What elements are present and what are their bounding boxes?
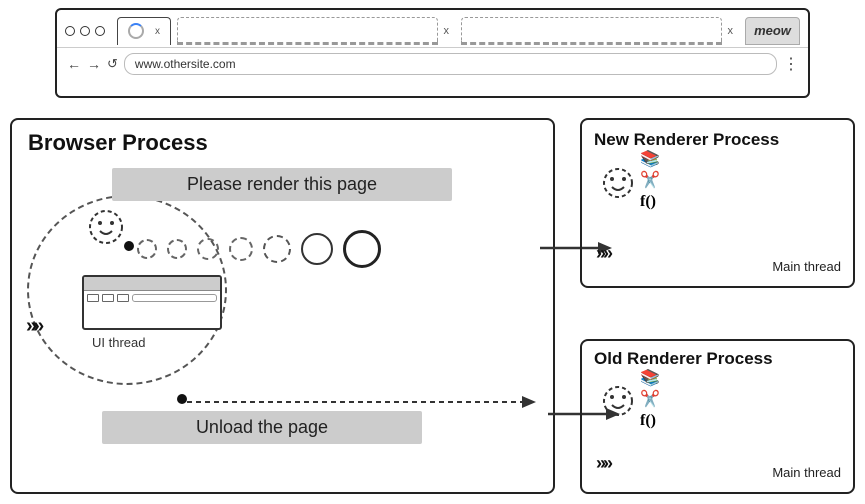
new-renderer-main-thread: Main thread <box>772 259 841 274</box>
ui-btn-reload <box>117 294 129 302</box>
new-renderer-chevrons: »» <box>596 243 610 264</box>
ui-thread-icon <box>82 275 222 330</box>
new-renderer-label: New Renderer Process <box>594 130 779 150</box>
new-renderer-smiley <box>600 165 636 206</box>
tab-controls <box>65 26 105 36</box>
ui-thread-component: UI thread <box>82 275 222 330</box>
chevron-left: »» <box>26 315 40 338</box>
ui-btn-back <box>87 294 99 302</box>
menu-button[interactable]: ⋮ <box>783 54 798 74</box>
address-row: ← → ↺ www.othersite.com ⋮ <box>57 48 808 80</box>
ui-btn-fwd <box>102 294 114 302</box>
back-button[interactable]: ← <box>67 56 81 72</box>
ui-title-bar <box>84 277 220 291</box>
unload-page-message: Unload the page <box>102 411 422 444</box>
dot-5 <box>263 235 291 263</box>
dot-2 <box>167 239 187 259</box>
tab-dot-3 <box>95 26 105 36</box>
old-renderer-main-thread: Main thread <box>772 465 841 480</box>
old-renderer-box: Old Renderer Process 📚 ✂️ f() »» Main th… <box>580 339 855 494</box>
new-renderer-icons: 📚 ✂️ f() <box>640 150 660 212</box>
dot-7 <box>343 230 381 268</box>
tab-1-close[interactable]: x <box>155 26 160 37</box>
diagram-area: Browser Process »» <box>0 108 865 504</box>
ui-toolbar <box>84 291 220 305</box>
browser-process-label: Browser Process <box>28 130 208 156</box>
tab-1[interactable]: x <box>117 17 171 45</box>
browser-process-box: Browser Process »» <box>10 118 555 494</box>
tab-3-close[interactable]: x <box>728 25 734 37</box>
dot-filled-2 <box>177 394 187 404</box>
meow-label: meow <box>754 23 791 38</box>
dot-3 <box>197 238 219 260</box>
tab-spacer-2 <box>461 17 722 45</box>
new-renderer-box: New Renderer Process 📚 ✂️ f() »» Main th… <box>580 118 855 288</box>
old-renderer-smiley <box>600 383 636 424</box>
browser-smiley <box>87 208 125 251</box>
please-render-message: Please render this page <box>112 168 452 201</box>
dot-1 <box>137 239 157 259</box>
new-tab-button[interactable]: meow <box>745 17 800 45</box>
old-renderer-chevrons: »» <box>596 453 610 474</box>
address-bar[interactable]: www.othersite.com <box>124 53 777 75</box>
ui-address <box>132 294 217 302</box>
address-text: www.othersite.com <box>135 57 236 71</box>
dot-6 <box>301 233 333 265</box>
reload-button[interactable]: ↺ <box>107 56 118 72</box>
tab-2-close[interactable]: x <box>444 25 450 37</box>
dot-filled-1 <box>124 241 134 251</box>
browser-chrome: x x x meow ← → ↺ www.othersite.com ⋮ <box>55 8 810 98</box>
old-renderer-label: Old Renderer Process <box>594 349 773 369</box>
old-renderer-icons: 📚 ✂️ f() <box>640 369 660 431</box>
forward-button[interactable]: → <box>87 56 101 72</box>
dot-4 <box>229 237 253 261</box>
tabs-row: x x x meow <box>57 10 808 48</box>
dots-row <box>137 230 381 268</box>
tab-spacer-1 <box>177 17 438 45</box>
tab-dot-2 <box>80 26 90 36</box>
tab-dot-1 <box>65 26 75 36</box>
ui-thread-label: UI thread <box>92 335 145 350</box>
